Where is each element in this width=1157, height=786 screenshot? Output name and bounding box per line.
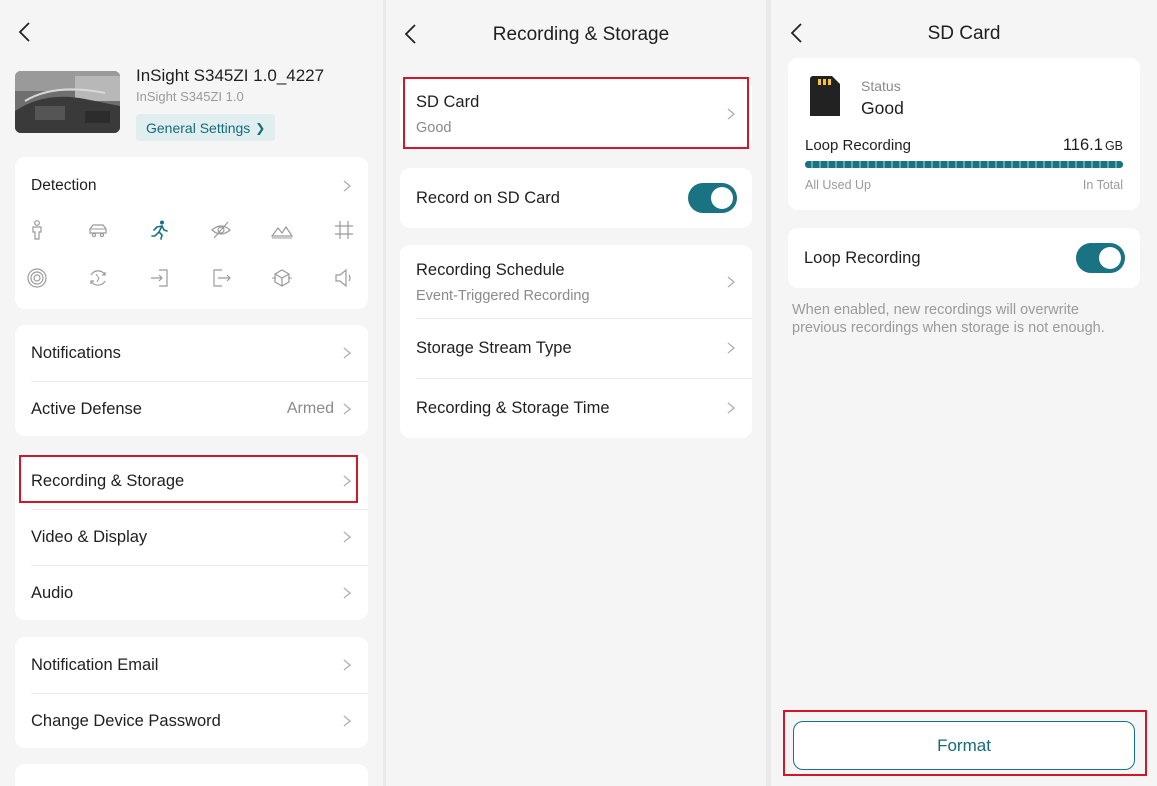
chevron-right-icon xyxy=(726,107,736,121)
notification-email-label: Notification Email xyxy=(31,655,159,674)
format-button[interactable]: Format xyxy=(793,721,1135,770)
divider xyxy=(416,318,752,319)
recording-schedule-row[interactable]: Recording Schedule Event-Triggered Recor… xyxy=(400,257,752,307)
page-title: Recording & Storage xyxy=(492,24,670,45)
chevron-right-icon xyxy=(342,346,352,360)
recording-schedule-value: Event-Triggered Recording xyxy=(416,287,590,304)
region-exiting-icon xyxy=(210,267,232,289)
all-used-up-label: All Used Up xyxy=(805,178,871,192)
sd-card-icon xyxy=(809,75,841,117)
record-on-sd-toggle[interactable] xyxy=(688,183,737,213)
scene-change-icon xyxy=(87,267,109,289)
device-settings-screen: InSight S345ZI 1.0_4227 InSight S345ZI 1… xyxy=(0,0,383,786)
chevron-right-icon xyxy=(726,341,736,355)
storage-stream-type-row[interactable]: Storage Stream Type xyxy=(400,334,752,362)
active-defense-row[interactable]: Active Defense Armed xyxy=(15,395,368,423)
sd-card-label: SD Card xyxy=(416,92,480,111)
line-crossing-icon xyxy=(333,219,355,241)
audio-row[interactable]: Audio xyxy=(15,579,368,607)
chevron-right-icon: ❯ xyxy=(255,120,266,135)
recording-storage-label: Recording & Storage xyxy=(31,471,185,490)
divider xyxy=(31,693,368,694)
loop-recording-description: When enabled, new recordings will overwr… xyxy=(792,302,1105,336)
chevron-right-icon xyxy=(342,402,352,416)
change-password-row[interactable]: Change Device Password xyxy=(15,707,368,735)
storage-progress-bar xyxy=(805,161,1123,168)
detection-row[interactable]: Detection xyxy=(15,171,368,201)
sound-detection-icon xyxy=(26,267,48,289)
detection-card[interactable]: Detection xyxy=(15,157,368,309)
area-intrusion-icon xyxy=(271,219,293,241)
chevron-right-icon xyxy=(342,530,352,544)
device-name: InSight S345ZI 1.0_4227 xyxy=(136,66,325,85)
active-defense-label: Active Defense xyxy=(31,399,142,418)
status-value: Good xyxy=(861,98,904,118)
in-total-label: In Total xyxy=(1082,178,1123,192)
recording-storage-screen: Recording & Storage SD Card Good Record … xyxy=(386,0,766,786)
audio-label: Audio xyxy=(31,583,74,602)
general-settings-label: General Settings xyxy=(146,119,251,136)
tamper-icon xyxy=(210,219,232,241)
audio-exception-icon xyxy=(333,267,355,289)
recording-options-card: Recording Schedule Event-Triggered Recor… xyxy=(400,245,752,438)
sd-card-status: Good xyxy=(416,119,452,136)
divider xyxy=(31,565,368,566)
region-entering-icon xyxy=(148,267,170,289)
chevron-right-icon xyxy=(342,714,352,728)
recording-storage-time-label: Recording & Storage Time xyxy=(416,398,610,417)
sd-card-screen: SD Card Status Good Loop Recording 116.1… xyxy=(771,0,1157,786)
loop-recording-usage-label: Loop Recording xyxy=(805,137,911,154)
sd-status-card: Status Good Loop Recording 116.1 GB All … xyxy=(788,58,1140,210)
vehicle-icon xyxy=(87,219,109,241)
sd-card-row[interactable]: SD Card Good xyxy=(400,87,752,141)
chevron-right-icon xyxy=(342,658,352,672)
recording-storage-time-row[interactable]: Recording & Storage Time xyxy=(400,394,752,422)
record-on-sd-row: Record on SD Card xyxy=(400,181,752,215)
detection-label: Detection xyxy=(31,177,97,194)
object-left-icon xyxy=(271,267,293,289)
notification-email-row[interactable]: Notification Email xyxy=(15,651,368,679)
record-on-sd-label: Record on SD Card xyxy=(416,188,560,207)
loop-recording-row: Loop Recording xyxy=(788,241,1140,275)
status-label: Status xyxy=(861,78,901,94)
divider xyxy=(31,381,368,382)
chevron-right-icon xyxy=(342,474,352,488)
capacity-value: 116.1 xyxy=(1062,136,1103,154)
page-title: SD Card xyxy=(927,23,1001,44)
active-defense-value: Armed xyxy=(286,400,334,417)
capacity-readout: 116.1 GB xyxy=(1063,136,1123,155)
notifications-card: Notifications Active Defense Armed xyxy=(15,325,368,436)
video-display-row[interactable]: Video & Display xyxy=(15,523,368,551)
loop-recording-toggle[interactable] xyxy=(1076,243,1125,273)
storage-stream-type-label: Storage Stream Type xyxy=(416,338,572,357)
sd-card-card: SD Card Good xyxy=(400,79,752,148)
divider xyxy=(416,378,752,379)
loop-recording-toggle-label: Loop Recording xyxy=(804,248,921,267)
recording-schedule-label: Recording Schedule xyxy=(416,260,565,279)
capacity-unit: GB xyxy=(1104,139,1123,153)
motion-icon xyxy=(148,219,170,241)
divider xyxy=(31,509,368,510)
camera-thumbnail[interactable] xyxy=(15,71,120,133)
change-password-label: Change Device Password xyxy=(31,711,221,730)
chevron-right-icon xyxy=(726,275,736,289)
record-sd-card: Record on SD Card xyxy=(400,168,752,228)
chevron-right-icon xyxy=(342,179,352,193)
recording-card: Recording & Storage Video & Display Audi… xyxy=(15,453,368,620)
format-button-label: Format xyxy=(937,735,991,755)
back-icon[interactable] xyxy=(14,20,38,44)
storage-progress-fill xyxy=(805,161,1123,168)
loop-recording-card: Loop Recording xyxy=(788,228,1140,288)
video-display-label: Video & Display xyxy=(31,527,148,546)
next-card xyxy=(15,764,368,786)
chevron-right-icon xyxy=(726,401,736,415)
notifications-row[interactable]: Notifications xyxy=(15,339,368,367)
recording-storage-row[interactable]: Recording & Storage xyxy=(15,467,368,495)
chevron-right-icon xyxy=(342,586,352,600)
person-icon xyxy=(26,219,48,241)
general-settings-button[interactable]: General Settings ❯ xyxy=(136,114,276,141)
notifications-label: Notifications xyxy=(31,343,121,362)
device-model: InSight S345ZI 1.0 xyxy=(136,89,244,104)
security-card: Notification Email Change Device Passwor… xyxy=(15,637,368,748)
